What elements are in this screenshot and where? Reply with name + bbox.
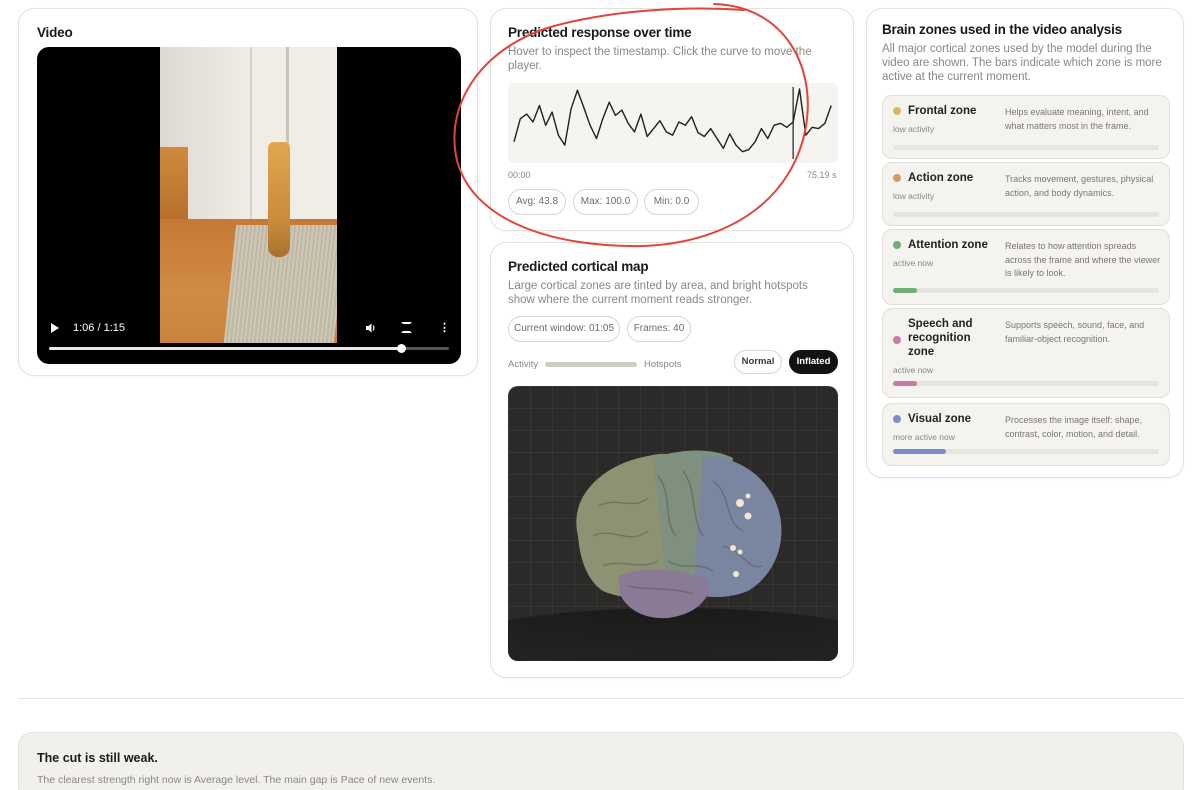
video-title: Video — [37, 25, 73, 40]
zone-activity-bar — [893, 288, 1159, 293]
zone-card-visual[interactable]: Visual zone more active now Processes th… — [882, 403, 1170, 466]
hotspots-label: Hotspots — [644, 359, 682, 370]
summary-body: The clearest strength right now is Avera… — [37, 774, 436, 786]
zone-status: more active now — [893, 432, 955, 442]
video-controls: 1:06 / 1:15 ⋮ — [37, 317, 461, 364]
zone-activity-bar — [893, 212, 1159, 217]
zone-name: Frontal zone — [908, 105, 977, 117]
cortical-map-description: Large cortical zones are tinted by area,… — [508, 280, 808, 306]
section-divider — [18, 698, 1184, 699]
zone-description: Processes the image itself: shape, contr… — [1005, 415, 1143, 439]
zone-status: low activity — [893, 124, 935, 134]
zone-description: Tracks movement, gestures, physical acti… — [1005, 174, 1154, 198]
current-window-pill: Current window: 01:05 — [508, 316, 620, 342]
min-stat-pill: Min: 0.0 — [644, 189, 699, 215]
zone-activity-fill — [893, 288, 917, 293]
zone-status: active now — [893, 365, 934, 375]
response-chart[interactable] — [508, 83, 838, 163]
normal-mode-button[interactable]: Normal — [734, 350, 782, 374]
brain-zones-card: Brain zones used in the video analysis A… — [866, 8, 1184, 478]
frames-pill: Frames: 40 — [627, 316, 691, 342]
response-title: Predicted response over time — [508, 25, 692, 40]
avg-stat-pill: Avg: 43.8 — [508, 189, 566, 215]
zone-dot — [893, 107, 901, 115]
brain-3d-view[interactable] — [508, 386, 838, 661]
zone-card-action[interactable]: Action zone low activity Tracks movement… — [882, 162, 1170, 226]
zone-card-speech-recognition[interactable]: Speech and recognition zone active now S… — [882, 308, 1170, 398]
cortical-map-card: Predicted cortical map Large cortical zo… — [490, 242, 854, 678]
zone-card-frontal[interactable]: Frontal zone low activity Helps evaluate… — [882, 95, 1170, 159]
zone-name: Attention zone — [908, 239, 988, 251]
zone-dot — [893, 336, 901, 344]
seek-progress — [49, 347, 401, 350]
axis-end-label: 75.19 s — [807, 170, 837, 180]
zones-title: Brain zones used in the video analysis — [882, 22, 1122, 37]
zone-activity-fill — [893, 449, 947, 454]
zone-dot — [893, 415, 901, 423]
brain-icon — [508, 450, 838, 661]
zone-activity-bar — [893, 449, 1159, 454]
video-frame — [160, 47, 337, 343]
zone-name: Visual zone — [908, 413, 972, 425]
zone-dot — [893, 241, 901, 249]
zone-name: Speech and recognition zone — [908, 318, 973, 358]
zone-description: Supports speech, sound, face, and famili… — [1005, 320, 1145, 344]
cortical-map-title: Predicted cortical map — [508, 259, 649, 274]
inflated-mode-button[interactable]: Inflated — [789, 350, 838, 374]
zone-status: active now — [893, 258, 934, 268]
video-card: Video 1:06 / 1:15 ⋮ — [18, 8, 478, 376]
zone-status: low activity — [893, 191, 935, 201]
response-card: Predicted response over time Hover to in… — [490, 8, 854, 231]
zone-card-attention[interactable]: Attention zone active now Relates to how… — [882, 229, 1170, 305]
summary-banner: The cut is still weak. The clearest stre… — [18, 732, 1184, 790]
video-player[interactable]: 1:06 / 1:15 ⋮ — [37, 47, 461, 364]
fullscreen-icon[interactable] — [401, 322, 412, 333]
zone-activity-bar — [893, 381, 1159, 386]
play-icon[interactable] — [51, 323, 59, 333]
response-series-line[interactable] — [513, 88, 832, 153]
volume-icon[interactable] — [365, 322, 377, 334]
zone-activity-bar — [893, 145, 1159, 150]
zones-description: All major cortical zones used by the mod… — [882, 43, 1162, 83]
zone-activity-fill — [893, 381, 917, 386]
more-options-icon[interactable]: ⋮ — [439, 321, 450, 335]
zone-description: Helps evaluate meaning, intent, and what… — [1005, 107, 1149, 131]
seek-bar[interactable] — [49, 344, 449, 353]
summary-title: The cut is still weak. — [37, 751, 158, 765]
video-time: 1:06 / 1:15 — [73, 322, 125, 334]
activity-hotspot-slider[interactable] — [545, 362, 637, 367]
activity-label: Activity — [508, 359, 539, 370]
zone-description: Relates to how attention spreads across … — [1005, 241, 1161, 278]
zone-dot — [893, 174, 901, 182]
response-curve-svg[interactable] — [508, 83, 838, 163]
zone-name: Action zone — [908, 172, 974, 184]
seek-handle[interactable] — [397, 344, 406, 353]
response-hint: Hover to inspect the timestamp. Click th… — [508, 46, 812, 72]
axis-start-label: 00:00 — [508, 170, 531, 180]
max-stat-pill: Max: 100.0 — [573, 189, 638, 215]
